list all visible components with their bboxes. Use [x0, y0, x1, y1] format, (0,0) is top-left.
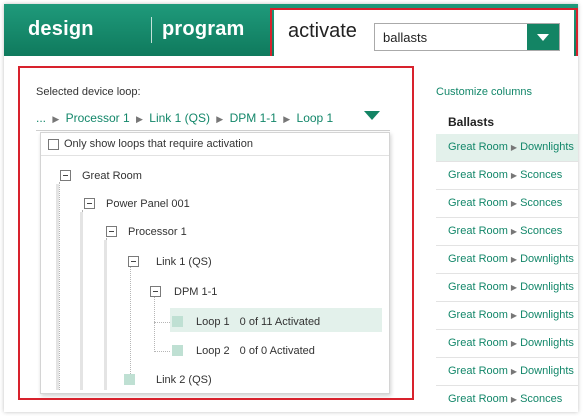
row-zone: Downlights — [520, 337, 574, 349]
row-zone: Downlights — [520, 281, 574, 293]
row-zone: Downlights — [520, 309, 574, 321]
row-area: Great Room — [448, 365, 508, 377]
tab-program[interactable]: program — [162, 18, 245, 41]
separator-icon: ▶ — [510, 227, 518, 236]
row-zone: Sconces — [520, 225, 563, 237]
row-area: Great Room — [448, 393, 508, 405]
table-row[interactable]: Great Room ▶ Sconces — [436, 218, 578, 246]
row-area: Great Room — [448, 197, 508, 209]
loop-selector-highlight-box — [18, 66, 414, 400]
row-zone: Sconces — [520, 393, 563, 405]
separator-icon: ▶ — [510, 367, 518, 376]
row-area: Great Room — [448, 141, 508, 153]
row-zone: Sconces — [520, 169, 563, 181]
nav-divider — [151, 17, 152, 43]
separator-icon: ▶ — [510, 311, 518, 320]
row-zone: Sconces — [520, 197, 563, 209]
customize-columns-link[interactable]: Customize columns — [436, 86, 532, 98]
separator-icon: ▶ — [510, 171, 518, 180]
table-row[interactable]: Great Room ▶ Downlights — [436, 358, 578, 386]
row-area: Great Room — [448, 281, 508, 293]
row-area: Great Room — [448, 309, 508, 321]
row-zone: Downlights — [520, 141, 574, 153]
table-row[interactable]: Great Room ▶ Downlights — [436, 330, 578, 358]
separator-icon: ▶ — [510, 339, 518, 348]
row-area: Great Room — [448, 225, 508, 237]
tab-design[interactable]: design — [28, 18, 94, 41]
table-row[interactable]: Great Room ▶ Downlights — [436, 246, 578, 274]
table-row[interactable]: Great Room ▶ Sconces — [436, 386, 578, 412]
table-row[interactable]: Great Room ▶ Downlights — [436, 274, 578, 302]
row-zone: Downlights — [520, 253, 574, 265]
row-zone: Downlights — [520, 365, 574, 377]
separator-icon: ▶ — [510, 199, 518, 208]
table-row[interactable]: Great Room ▶ Downlights — [436, 134, 578, 162]
separator-icon: ▶ — [510, 255, 518, 264]
table-row[interactable]: Great Room ▶ Downlights — [436, 302, 578, 330]
row-area: Great Room — [448, 337, 508, 349]
separator-icon: ▶ — [510, 283, 518, 292]
row-area: Great Room — [448, 169, 508, 181]
column-header-ballasts[interactable]: Ballasts — [436, 108, 578, 136]
app-window: design program activate ballasts Selecte… — [4, 4, 578, 412]
row-area: Great Room — [448, 253, 508, 265]
separator-icon: ▶ — [510, 143, 518, 152]
table-row[interactable]: Great Room ▶ Sconces — [436, 162, 578, 190]
table-row[interactable]: Great Room ▶ Sconces — [436, 190, 578, 218]
separator-icon: ▶ — [510, 395, 518, 404]
